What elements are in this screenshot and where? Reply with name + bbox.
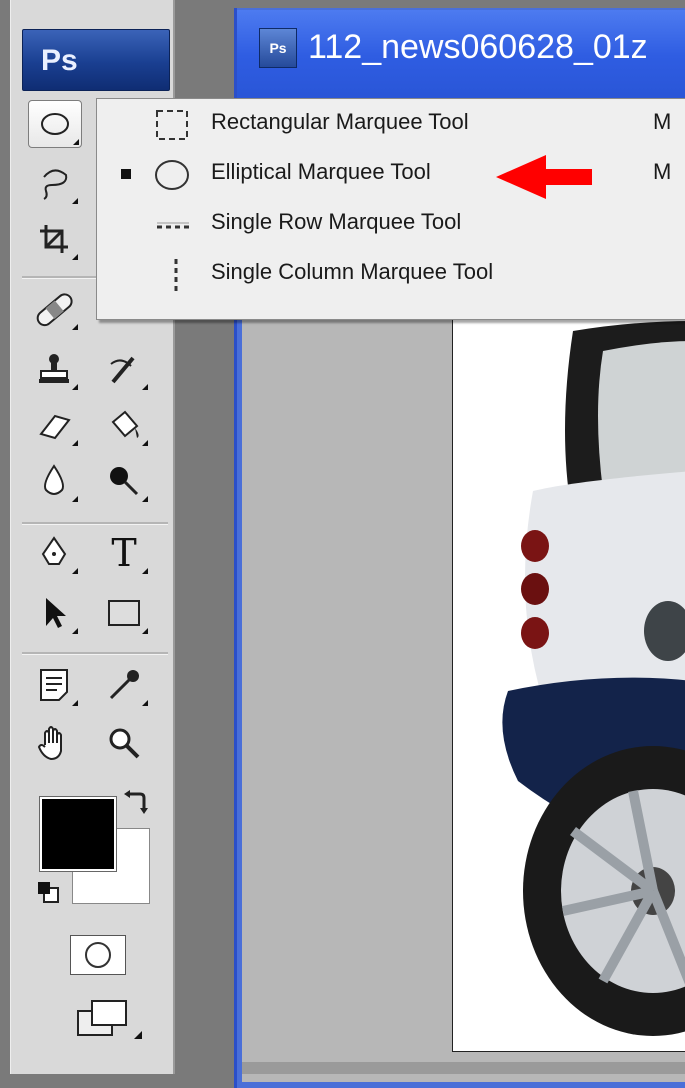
rectangle-tool-button[interactable] xyxy=(98,590,150,636)
screen-mode-icon[interactable] xyxy=(62,995,142,1043)
marquee-tools-flyout-menu: Rectangular Marquee Tool M Elliptical Ma… xyxy=(96,98,685,320)
eraser-tool-button[interactable] xyxy=(28,402,80,448)
menu-item-label: Single Row Marquee Tool xyxy=(211,209,462,234)
stamp-icon xyxy=(39,354,69,383)
type-tool-button[interactable]: T xyxy=(98,530,150,576)
healing-brush-tool-button[interactable] xyxy=(28,286,80,332)
magnifier-icon xyxy=(109,728,140,759)
rect-marquee-icon xyxy=(156,110,188,140)
document-canvas[interactable] xyxy=(452,310,685,1052)
eraser-icon xyxy=(39,414,71,440)
car-image xyxy=(502,321,685,1036)
menu-item-shortcut: M xyxy=(653,109,672,134)
zoom-tool-button[interactable] xyxy=(98,720,150,766)
arrow-icon xyxy=(46,598,66,628)
ellipse-marquee-icon xyxy=(155,160,189,190)
eyedropper-icon xyxy=(109,670,139,700)
photoshop-logo[interactable]: Ps xyxy=(22,29,170,91)
default-colors-icon[interactable] xyxy=(36,880,60,904)
menu-item-single-column-marquee[interactable]: Single Column Marquee Tool xyxy=(97,251,685,299)
eyedropper-tool-button[interactable] xyxy=(98,662,150,708)
notes-tool-button[interactable] xyxy=(28,662,80,708)
pen-icon xyxy=(41,536,67,565)
history-brush-icon xyxy=(110,356,135,384)
toolbox-divider xyxy=(22,652,168,655)
hand-icon xyxy=(37,726,62,761)
history-brush-tool-button[interactable] xyxy=(98,346,150,392)
selected-bullet xyxy=(121,169,131,179)
rectangle-icon xyxy=(108,600,140,626)
toolbox-divider xyxy=(22,522,168,525)
type-icon: T xyxy=(111,531,137,575)
foreground-color-swatch[interactable] xyxy=(39,796,117,872)
red-pointer-arrow-icon xyxy=(496,155,592,199)
crop-icon xyxy=(40,225,68,253)
bandage-icon xyxy=(36,293,73,327)
swap-colors-icon[interactable] xyxy=(120,788,150,818)
elliptical-marquee-tool-button[interactable] xyxy=(28,100,82,148)
menu-item-elliptical-marquee[interactable]: Elliptical Marquee Tool M xyxy=(97,151,685,199)
menu-item-label: Elliptical Marquee Tool xyxy=(211,159,431,184)
menu-item-single-row-marquee[interactable]: Single Row Marquee Tool xyxy=(97,201,685,249)
notes-icon xyxy=(40,669,68,701)
path-selection-tool-button[interactable] xyxy=(28,590,80,636)
menu-item-label: Single Column Marquee Tool xyxy=(211,259,494,284)
document-title: 112_news060628_01z xyxy=(308,28,648,66)
crop-tool-button[interactable] xyxy=(28,216,80,262)
clone-stamp-tool-button[interactable] xyxy=(28,346,80,392)
lasso-tool-button[interactable] xyxy=(28,160,80,206)
single-column-icon xyxy=(174,259,178,295)
drop-icon xyxy=(44,464,64,495)
pen-tool-button[interactable] xyxy=(28,530,80,576)
paint-bucket-icon xyxy=(111,410,139,438)
blur-tool-button[interactable] xyxy=(28,458,80,504)
burn-icon xyxy=(110,467,139,496)
burn-tool-button[interactable] xyxy=(98,458,150,504)
paint-bucket-tool-button[interactable] xyxy=(98,402,150,448)
ellipse-marquee-icon xyxy=(41,113,69,135)
hand-tool-button[interactable] xyxy=(28,720,80,766)
menu-item-shortcut: M xyxy=(653,159,672,184)
lasso-icon xyxy=(43,169,68,200)
menu-item-label: Rectangular Marquee Tool xyxy=(211,109,469,134)
menu-item-rectangular-marquee[interactable]: Rectangular Marquee Tool M xyxy=(97,101,685,149)
single-row-icon xyxy=(157,222,189,229)
document-ps-icon: Ps xyxy=(259,28,297,68)
document-bottom-edge xyxy=(242,1062,685,1074)
quick-mask-button[interactable] xyxy=(70,935,126,975)
